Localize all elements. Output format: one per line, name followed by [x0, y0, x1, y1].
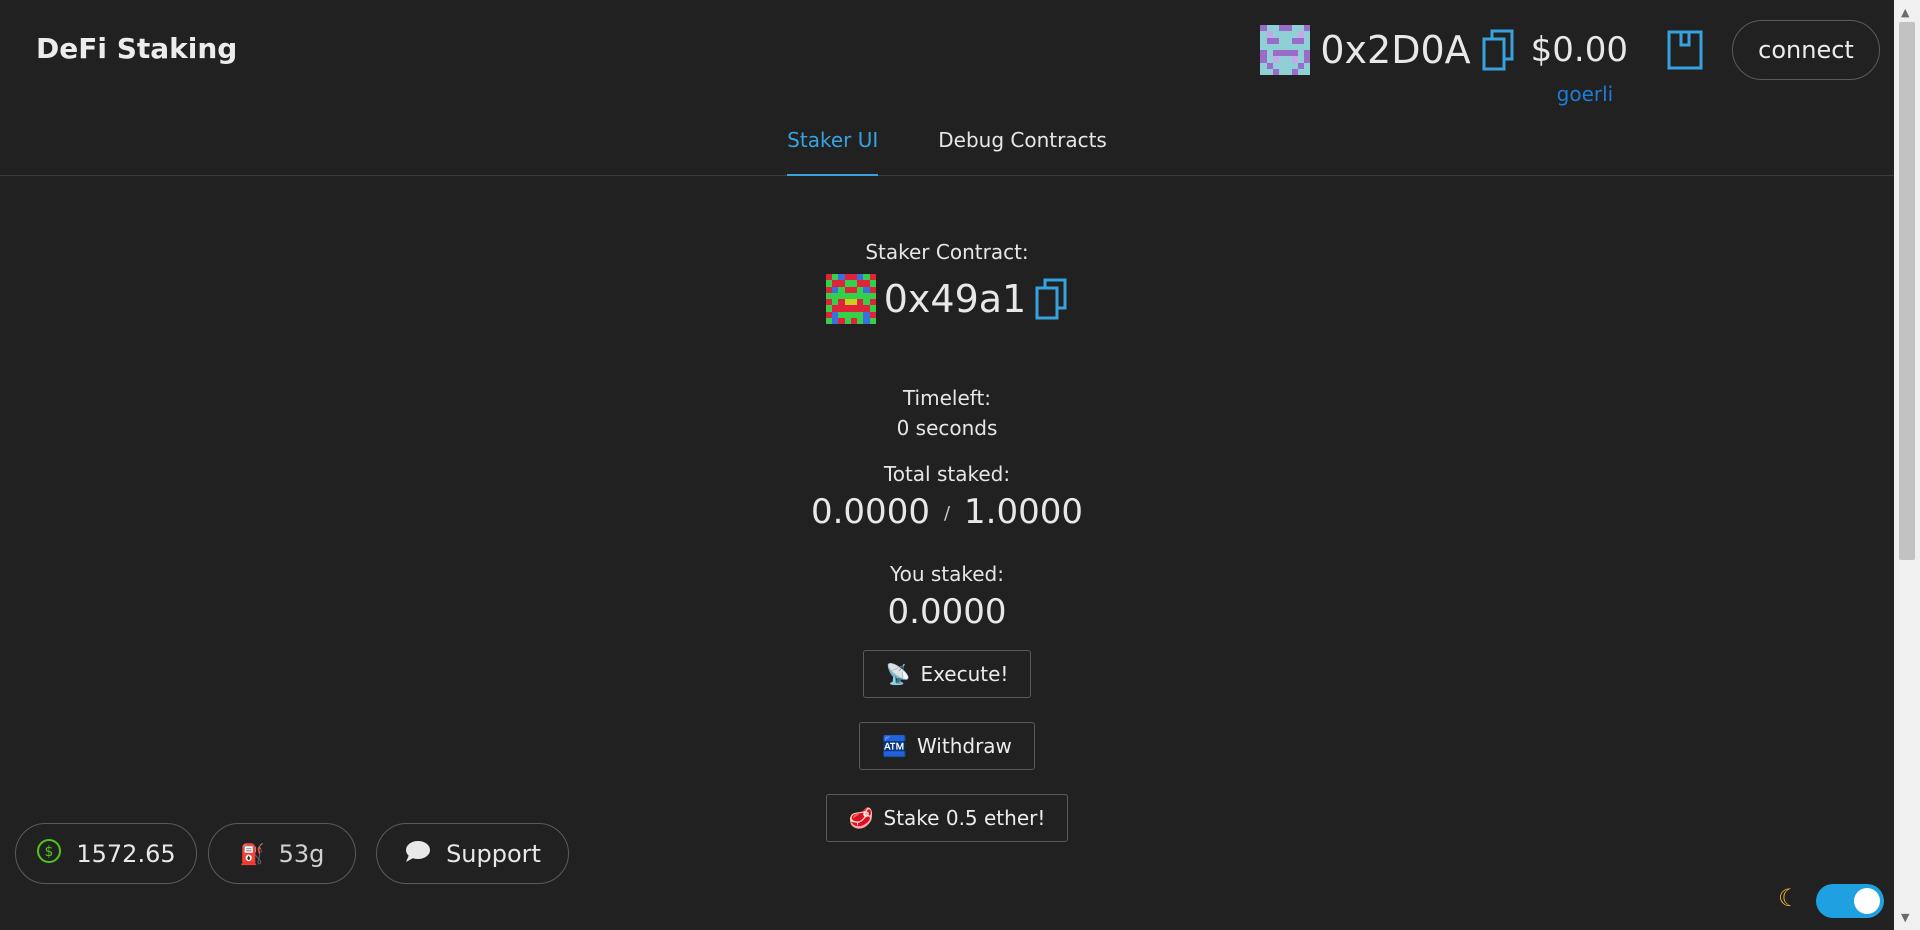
dollar-circle-icon: $: [36, 838, 62, 870]
network-label: goerli: [1556, 82, 1614, 106]
total-staked-value: 0.0000: [810, 492, 930, 532]
wallet-icon[interactable]: [1666, 29, 1704, 71]
tab-bar: Staker UI Debug Contracts: [0, 120, 1894, 176]
fuel-pump-icon: ⛽: [239, 841, 265, 866]
scroll-thumb[interactable]: [1899, 22, 1915, 560]
connect-button[interactable]: connect: [1732, 20, 1880, 80]
threshold-value: 1.0000: [964, 492, 1083, 532]
meat-icon: 🥩: [848, 806, 874, 830]
tab-staker-ui[interactable]: Staker UI: [787, 120, 879, 176]
price-value: 1572.65: [76, 839, 176, 868]
withdraw-label: Withdraw: [916, 734, 1012, 758]
contract-avatar: [825, 274, 876, 324]
you-staked-label: You staked:: [890, 562, 1004, 586]
price-pill[interactable]: $ 1572.65: [15, 823, 197, 884]
moon-icon: ☾: [1778, 884, 1800, 912]
stake-button[interactable]: 🥩 Stake 0.5 ether!: [825, 794, 1069, 842]
stake-label: Stake 0.5 ether!: [883, 806, 1046, 830]
execute-button[interactable]: 📡 Execute!: [862, 650, 1032, 698]
tab-debug-contracts[interactable]: Debug Contracts: [938, 120, 1107, 176]
total-staked-label: Total staked:: [883, 462, 1011, 486]
toggle-knob: [1854, 888, 1880, 914]
support-label: Support: [446, 839, 541, 868]
contract-address[interactable]: 0x49a1: [884, 277, 1026, 321]
total-staked-row: 0.0000 / 1.0000: [0, 492, 1894, 532]
separator-slash: /: [943, 503, 951, 524]
copy-icon[interactable]: [1034, 277, 1068, 321]
avatar-pixel: [869, 317, 876, 324]
account-balance[interactable]: $0.00: [1531, 30, 1628, 70]
account-avatar: [1260, 25, 1311, 75]
balance-display: $0.00 goerli: [1531, 30, 1628, 106]
account-address[interactable]: 0x2D0A: [1320, 28, 1470, 72]
timeleft-label: Timeleft:: [902, 386, 992, 410]
app-title[interactable]: DeFi Staking: [36, 32, 237, 65]
support-button[interactable]: Support: [376, 823, 569, 884]
page: DeFi Staking 0x2D0A $0.00 goerli connect…: [0, 0, 1920, 930]
svg-text:$: $: [45, 844, 54, 860]
atm-icon: 🏧: [882, 734, 907, 758]
contract-address-row: 0x49a1: [0, 274, 1894, 324]
avatar-pixel: [1304, 68, 1311, 75]
you-staked-value: 0.0000: [887, 592, 1007, 632]
staker-panel: Staker Contract: 0x49a1 Timeleft: 0 seco…: [0, 240, 1894, 842]
scrollbar[interactable]: ▲ ▼: [1894, 0, 1920, 930]
account-bar: 0x2D0A $0.00 goerli connect: [1260, 18, 1880, 106]
timeleft-value: 0 seconds: [896, 416, 998, 440]
satellite-icon: 📡: [885, 662, 911, 686]
gas-pill[interactable]: ⛽ 53g: [208, 823, 356, 884]
scroll-down-icon[interactable]: ▼: [1901, 911, 1909, 924]
gas-value: 53g: [278, 839, 325, 868]
withdraw-button[interactable]: 🏧 Withdraw: [859, 722, 1035, 770]
execute-label: Execute!: [920, 662, 1009, 686]
copy-icon[interactable]: [1481, 28, 1515, 72]
theme-toggle[interactable]: [1816, 884, 1884, 918]
chat-bubble-icon: [404, 839, 432, 869]
scroll-up-icon[interactable]: ▲: [1901, 6, 1909, 19]
contract-label: Staker Contract:: [865, 240, 1029, 264]
